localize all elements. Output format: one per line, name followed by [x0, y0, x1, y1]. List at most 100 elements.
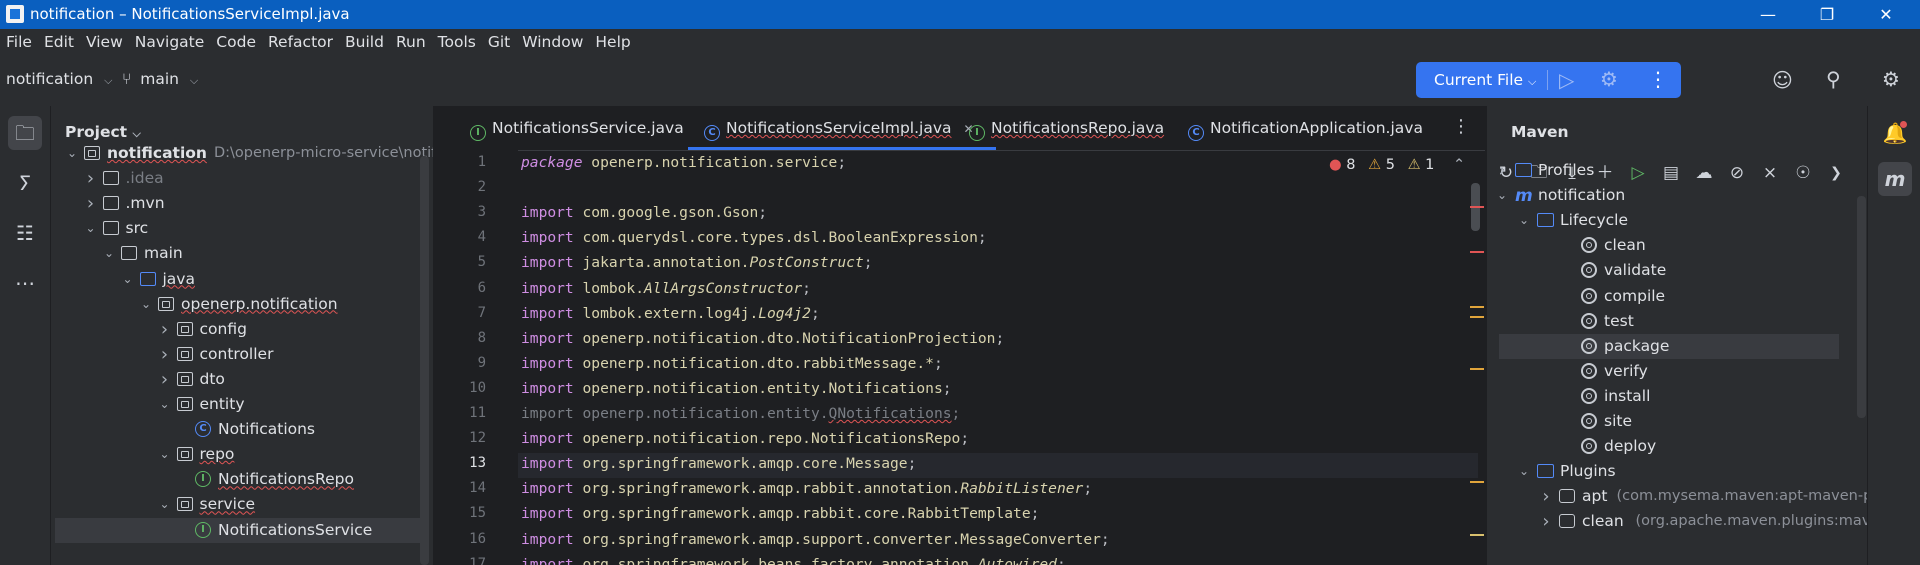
code-line[interactable]: import openerp.notification.dto.rabbitMe…: [521, 355, 943, 372]
maven-node[interactable]: validate: [1487, 258, 1857, 283]
tree-node[interactable]: C Notifications: [51, 417, 421, 442]
editor-tab[interactable]: C NotificationsServiceImpl.java ✕: [688, 106, 996, 150]
branch-switcher[interactable]: ⑂ main ⌵: [122, 70, 198, 88]
tree-node[interactable]: ⌄ main: [51, 241, 421, 266]
settings-gear-icon[interactable]: ⚙: [1882, 67, 1900, 91]
search-icon[interactable]: ⚲: [1826, 67, 1841, 91]
error-marker[interactable]: [1470, 206, 1484, 208]
chevron-down-icon[interactable]: ⌄: [84, 216, 98, 241]
maven-node[interactable]: test: [1487, 309, 1857, 334]
maven-node[interactable]: deploy: [1487, 434, 1857, 459]
error-marker[interactable]: [1470, 251, 1484, 253]
code-line[interactable]: import org.springframework.amqp.core.Mes…: [521, 455, 916, 472]
maven-node[interactable]: ⌄ m notification: [1487, 183, 1857, 208]
code-line[interactable]: package openerp.notification.service;: [521, 154, 846, 171]
chevron-down-icon[interactable]: ⌄: [158, 442, 172, 467]
more-tools-icon[interactable]: ⋯: [8, 266, 42, 300]
code-line[interactable]: import lombok.AllArgsConstructor;: [521, 280, 811, 297]
debug-icon[interactable]: ⚙: [1600, 67, 1618, 91]
maven-node[interactable]: install: [1487, 384, 1857, 409]
tree-node[interactable]: ⌄ openerp.notification: [51, 292, 421, 317]
more-vertical-icon[interactable]: ⋮: [1648, 67, 1668, 91]
maven-node[interactable]: › apt (com.mysema.maven:apt-maven-plugin: [1487, 484, 1867, 509]
code-line[interactable]: import openerp.notification.entity.Notif…: [521, 380, 952, 397]
project-panel-header[interactable]: Project ⌵: [65, 123, 141, 141]
menu-view[interactable]: View: [80, 29, 129, 56]
project-view-icon[interactable]: 🗀: [8, 116, 42, 150]
warning-marker[interactable]: [1470, 368, 1484, 370]
maximize-button[interactable]: ❐: [1803, 0, 1851, 29]
chevron-down-icon[interactable]: ⌄: [65, 141, 79, 166]
structure-icon[interactable]: ☷: [8, 216, 42, 250]
maven-node[interactable]: package: [1499, 333, 1839, 359]
menu-help[interactable]: Help: [589, 29, 636, 56]
menu-navigate[interactable]: Navigate: [129, 29, 211, 56]
project-scrollbar[interactable]: [420, 156, 429, 565]
menu-tools[interactable]: Tools: [432, 29, 482, 56]
menu-window[interactable]: Window: [516, 29, 589, 56]
chevron-right-icon[interactable]: ›: [158, 317, 172, 342]
chevron-right-icon[interactable]: ›: [84, 191, 98, 216]
code-area[interactable]: package openerp.notification.service; imp…: [434, 150, 1485, 565]
tree-node[interactable]: ⌄ repo: [51, 442, 421, 467]
tree-node[interactable]: › dto: [51, 367, 421, 392]
add-user-icon[interactable]: ☺: [1772, 68, 1793, 92]
maven-node[interactable]: › Profiles: [1487, 158, 1857, 183]
previous-highlight-icon[interactable]: ⌃: [1453, 157, 1465, 173]
editor-tab[interactable]: I NotificationsService.java: [470, 106, 684, 150]
tree-node[interactable]: ⌄ java: [51, 267, 421, 292]
chevron-down-icon[interactable]: ⌄: [1517, 459, 1531, 484]
warning-marker[interactable]: [1470, 306, 1484, 308]
chevron-right-icon[interactable]: ›: [1495, 158, 1509, 183]
chevron-right-icon[interactable]: ›: [1539, 484, 1553, 509]
chevron-right-icon[interactable]: ›: [84, 166, 98, 191]
tree-node[interactable]: › controller: [51, 342, 421, 367]
menu-refactor[interactable]: Refactor: [262, 29, 339, 56]
menu-edit[interactable]: Edit: [38, 29, 80, 56]
chevron-right-icon[interactable]: ›: [1539, 509, 1553, 534]
code-line[interactable]: import org.springframework.amqp.rabbit.c…: [521, 505, 1039, 522]
run-config-selector[interactable]: Current File ⌵: [1434, 71, 1536, 89]
next-highlight-icon[interactable]: ⌄: [1484, 157, 1485, 173]
tree-node[interactable]: ⌄ notification D:\openerp-micro-service\no…: [51, 141, 433, 166]
maven-node[interactable]: ⌄ Lifecycle: [1487, 208, 1857, 233]
tree-node[interactable]: I NotificationsService: [55, 517, 421, 543]
code-line[interactable]: import openerp.notification.repo.Notific…: [521, 430, 969, 447]
maven-node[interactable]: clean: [1487, 233, 1857, 258]
warning-marker[interactable]: [1470, 481, 1484, 483]
project-switcher[interactable]: notification ⌵: [6, 70, 112, 88]
chevron-down-icon[interactable]: ⌄: [158, 492, 172, 517]
menu-file[interactable]: File: [0, 29, 38, 56]
tab-overflow-icon[interactable]: ⋮: [1452, 116, 1470, 137]
code-line[interactable]: import openerp.notification.dto.Notifica…: [521, 330, 1004, 347]
code-line[interactable]: import openerp.notification.entity.QNoti…: [521, 405, 960, 422]
weak-warning-marker[interactable]: [1470, 534, 1484, 536]
menu-build[interactable]: Build: [339, 29, 390, 56]
tree-node[interactable]: › config: [51, 317, 421, 342]
chevron-right-icon[interactable]: ›: [158, 342, 172, 367]
code-line[interactable]: import org.springframework.amqp.rabbit.a…: [521, 480, 1092, 497]
code-line[interactable]: import lombok.extern.log4j.Log4j2;: [521, 305, 820, 322]
code-line[interactable]: import jakarta.annotation.PostConstruct;: [521, 254, 872, 271]
chevron-down-icon[interactable]: ⌄: [1517, 208, 1531, 233]
tree-node[interactable]: › .mvn: [51, 191, 421, 216]
commit-icon[interactable]: ⵢ: [8, 166, 42, 200]
maven-node[interactable]: verify: [1487, 359, 1857, 384]
editor-tab[interactable]: I NotificationsRepo.java: [969, 106, 1164, 150]
notifications-bell-icon[interactable]: 🔔: [1878, 116, 1912, 150]
code-line[interactable]: import org.springframework.beans.factory…: [521, 556, 1066, 565]
run-icon[interactable]: ▷: [1559, 68, 1574, 92]
chevron-right-icon[interactable]: ›: [158, 367, 172, 392]
menu-code[interactable]: Code: [210, 29, 262, 56]
menu-git[interactable]: Git: [482, 29, 516, 56]
code-line[interactable]: import com.querydsl.core.types.dsl.Boole…: [521, 229, 987, 246]
tree-node[interactable]: ⌄ entity: [51, 392, 421, 417]
tree-node[interactable]: ⌄ src: [51, 216, 421, 241]
chevron-down-icon[interactable]: ⌄: [139, 292, 153, 317]
maven-tool-icon[interactable]: m: [1878, 162, 1912, 196]
minimize-button[interactable]: —: [1744, 0, 1792, 29]
chevron-down-icon[interactable]: ⌄: [1495, 183, 1509, 208]
editor-tab[interactable]: C NotificationApplication.java: [1188, 106, 1423, 150]
maven-node[interactable]: compile: [1487, 284, 1857, 309]
inspection-widget[interactable]: ● 8 ⚠ 5 ⚠ 1 ⌃ ⌄: [1329, 157, 1485, 173]
